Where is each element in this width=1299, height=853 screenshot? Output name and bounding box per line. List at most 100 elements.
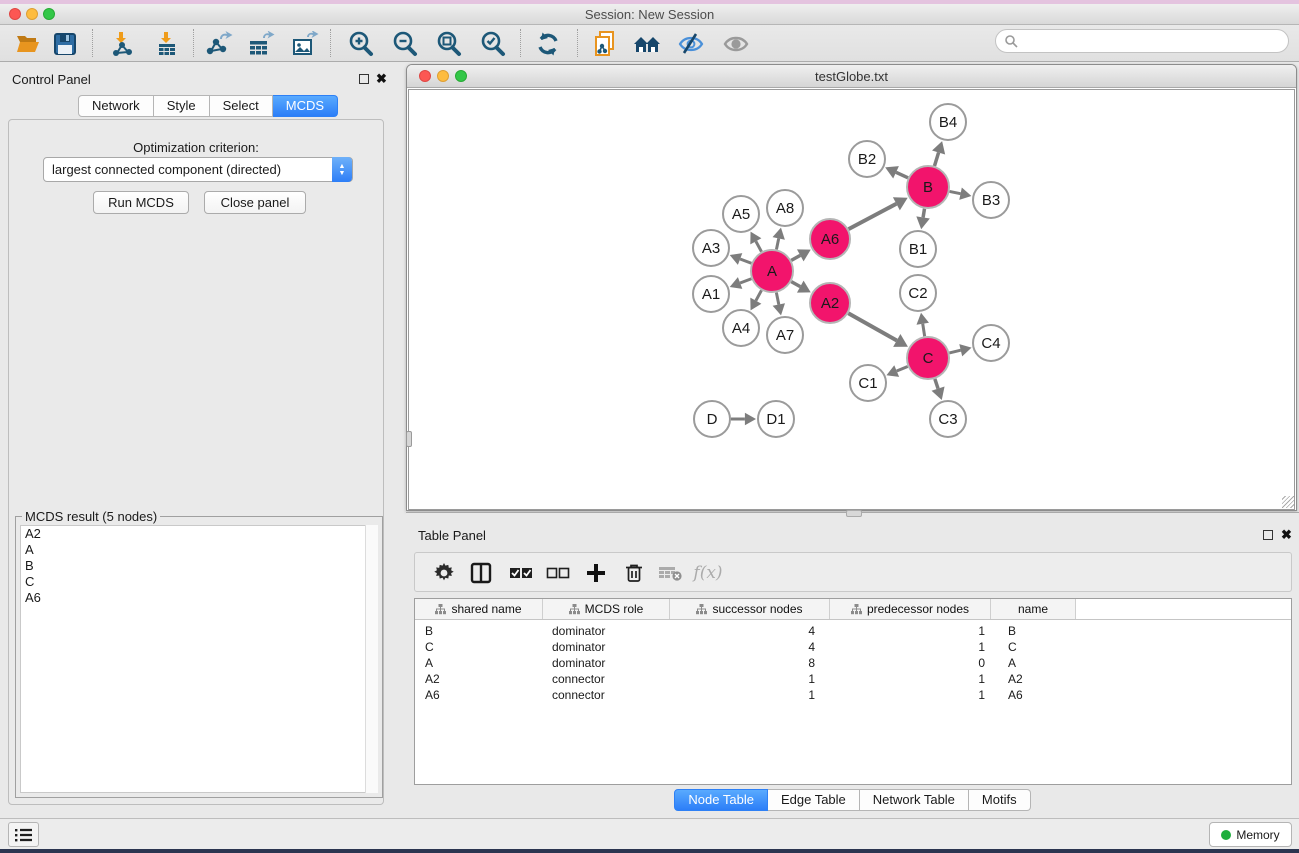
graph-node-label-B4: B4 [939,114,957,131]
table-cell: connector [543,688,670,702]
table-row[interactable]: A6connector11A6 [415,687,1291,703]
graph-edge-A-A5[interactable] [756,241,762,251]
search-input[interactable] [1018,34,1268,48]
import-table-icon[interactable] [150,27,184,61]
tab-select[interactable]: Select [210,95,273,117]
graph-edge-B-B3[interactable] [950,191,961,193]
graph-edge-A-A3[interactable] [740,259,751,263]
mcds-result-item[interactable]: A2 [21,526,377,542]
graph-edge-A2-C[interactable] [848,313,896,340]
zoom-in-icon[interactable] [344,27,378,61]
float-table-panel-icon[interactable] [1263,530,1273,540]
column-header-MCDS-role[interactable]: MCDS role [543,599,670,619]
table-tab-network-table[interactable]: Network Table [860,789,969,811]
select-all-icon[interactable] [504,556,538,590]
horizontal-splitter[interactable] [406,512,1299,517]
graph-edge-A-A2[interactable] [791,282,800,287]
column-header-label: successor nodes [712,602,802,616]
close-panel-button[interactable]: Close panel [204,191,306,214]
splitter-handle[interactable] [846,510,862,517]
table-row[interactable]: A2connector11A2 [415,671,1291,687]
column-header-successor-nodes[interactable]: successor nodes [670,599,830,619]
run-mcds-button[interactable]: Run MCDS [93,191,189,214]
column-header-shared-name[interactable]: shared name [415,599,543,619]
show-all-icon[interactable] [719,27,753,61]
memory-button[interactable]: Memory [1209,822,1292,847]
graph-edge-A6-B[interactable] [849,204,897,229]
graph-node-label-B2: B2 [858,151,876,168]
tab-network[interactable]: Network [78,95,154,117]
table-row[interactable]: Bdominator41B [415,623,1291,639]
destroy-table-icon[interactable] [654,556,688,590]
hide-selected-icon[interactable] [674,27,708,61]
graph-edge-B-B4[interactable] [934,153,938,166]
table-tab-motifs[interactable]: Motifs [969,789,1031,811]
home-layout-icon[interactable] [630,27,664,61]
export-network-icon[interactable] [202,27,236,61]
graph-edge-C-C3[interactable] [935,379,938,389]
refresh-icon[interactable] [531,27,565,61]
node-table[interactable]: shared nameMCDS role successor nodes prede… [414,598,1292,785]
task-history-button[interactable] [8,822,39,847]
function-builder-icon[interactable]: f(x) [691,556,725,590]
window-title: Session: New Session [0,7,1299,22]
import-network-icon[interactable] [105,27,139,61]
graph-node-label-C1: C1 [858,375,877,392]
graph-edge-arrowhead [745,413,756,426]
mcds-result-item[interactable]: A [21,542,377,558]
column-header-predecessor-nodes[interactable]: predecessor nodes [830,599,991,619]
table-row[interactable]: Cdominator41C [415,639,1291,655]
search-field[interactable] [995,29,1289,53]
deselect-all-icon[interactable] [541,556,575,590]
delete-column-trash-icon[interactable] [617,556,651,590]
save-session-icon[interactable] [48,27,82,61]
window-titlebar: Session: New Session [0,4,1299,25]
network-graph[interactable]: B4B2BB3A5A8A6B1A3AA1C2A2A4A7C4CC1C3DD1 [409,90,1294,509]
graph-edge-C-C1[interactable] [897,366,908,371]
graph-edge-B-B2[interactable] [896,172,908,177]
tab-style[interactable]: Style [154,95,210,117]
table-tab-node-table[interactable]: Node Table [674,789,768,811]
dropdown-stepper-icon: ▲▼ [332,157,352,182]
float-panel-icon[interactable] [359,74,369,84]
column-header-name[interactable]: name [991,599,1076,619]
export-image-icon[interactable] [288,27,322,61]
canvas-splitter-handle[interactable] [406,431,412,447]
graph-edge-A-A7[interactable] [776,293,778,305]
close-panel-icon[interactable]: ✖ [376,71,387,87]
graph-node-label-A2: A2 [821,295,839,312]
new-network-from-file-icon[interactable] [588,27,622,61]
zoom-selected-icon[interactable] [476,27,510,61]
optimization-criterion-label: Optimization criterion: [9,140,383,155]
graph-edge-C-C4[interactable] [949,350,960,353]
mcds-result-item[interactable]: A6 [21,590,377,606]
graph-edge-A-A6[interactable] [791,255,800,260]
graph-node-label-D1: D1 [766,411,785,428]
graph-edge-A-A8[interactable] [776,238,778,249]
export-table-icon[interactable] [244,27,278,61]
network-view-window: testGlobe.txt B4B2BB3A5A8A6B1A3AA1C2A2A4… [406,64,1297,511]
graph-edge-A-A1[interactable] [740,279,751,283]
mcds-result-list[interactable]: A2ABCA6 [20,525,378,793]
criterion-dropdown[interactable]: largest connected component (directed) ▲… [43,157,353,182]
network-canvas[interactable]: B4B2BB3A5A8A6B1A3AA1C2A2A4A7C4CC1C3DD1 [408,89,1295,510]
show-columns-icon[interactable] [464,556,498,590]
graph-edge-B-B1[interactable] [923,209,924,218]
tab-mcds[interactable]: MCDS [273,95,338,117]
result-scrollbar[interactable] [365,525,378,793]
zoom-fit-icon[interactable] [432,27,466,61]
add-column-icon[interactable] [579,556,613,590]
mcds-result-item[interactable]: C [21,574,377,590]
network-window-titlebar[interactable]: testGlobe.txt [407,65,1296,88]
close-table-panel-icon[interactable]: ✖ [1281,527,1292,543]
table-tab-edge-table[interactable]: Edge Table [768,789,860,811]
open-file-icon[interactable] [11,27,45,61]
zoom-out-icon[interactable] [388,27,422,61]
table-settings-gear-icon[interactable] [427,556,461,590]
graph-edge-C-C2[interactable] [923,324,925,337]
graph-edge-arrowhead [916,216,930,229]
mcds-result-item[interactable]: B [21,558,377,574]
window-resize-grip[interactable] [1282,496,1294,508]
graph-edge-A-A4[interactable] [756,290,762,300]
table-row[interactable]: Adominator80A [415,655,1291,671]
